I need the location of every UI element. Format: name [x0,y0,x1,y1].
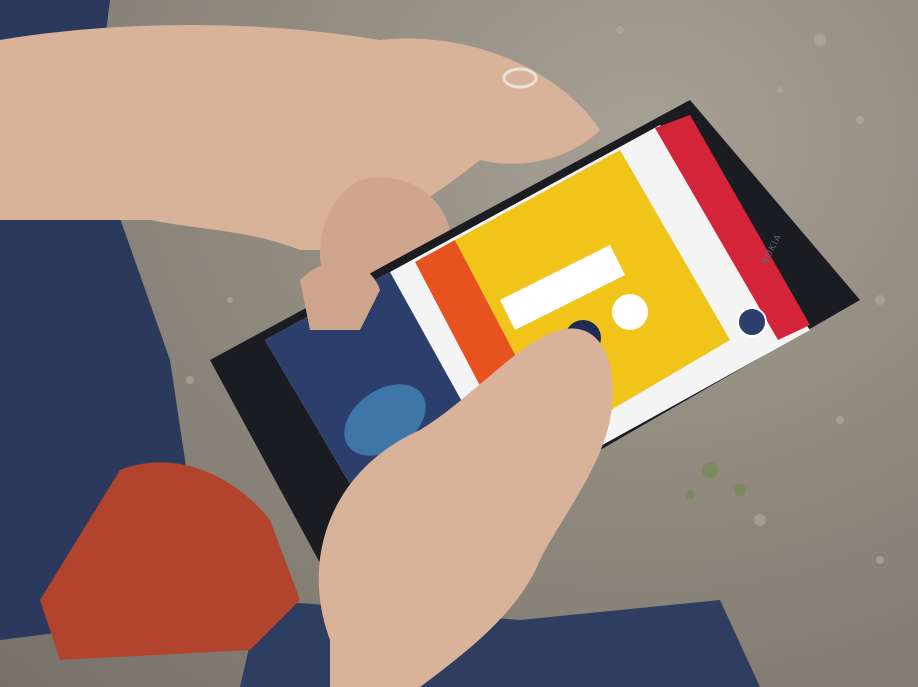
grass-patch [685,462,746,500]
photo-illustration [0,0,885,687]
screen-fab-button [737,307,767,337]
photo-scene: NOKIA [0,0,918,687]
screen-white-dot [612,294,648,330]
